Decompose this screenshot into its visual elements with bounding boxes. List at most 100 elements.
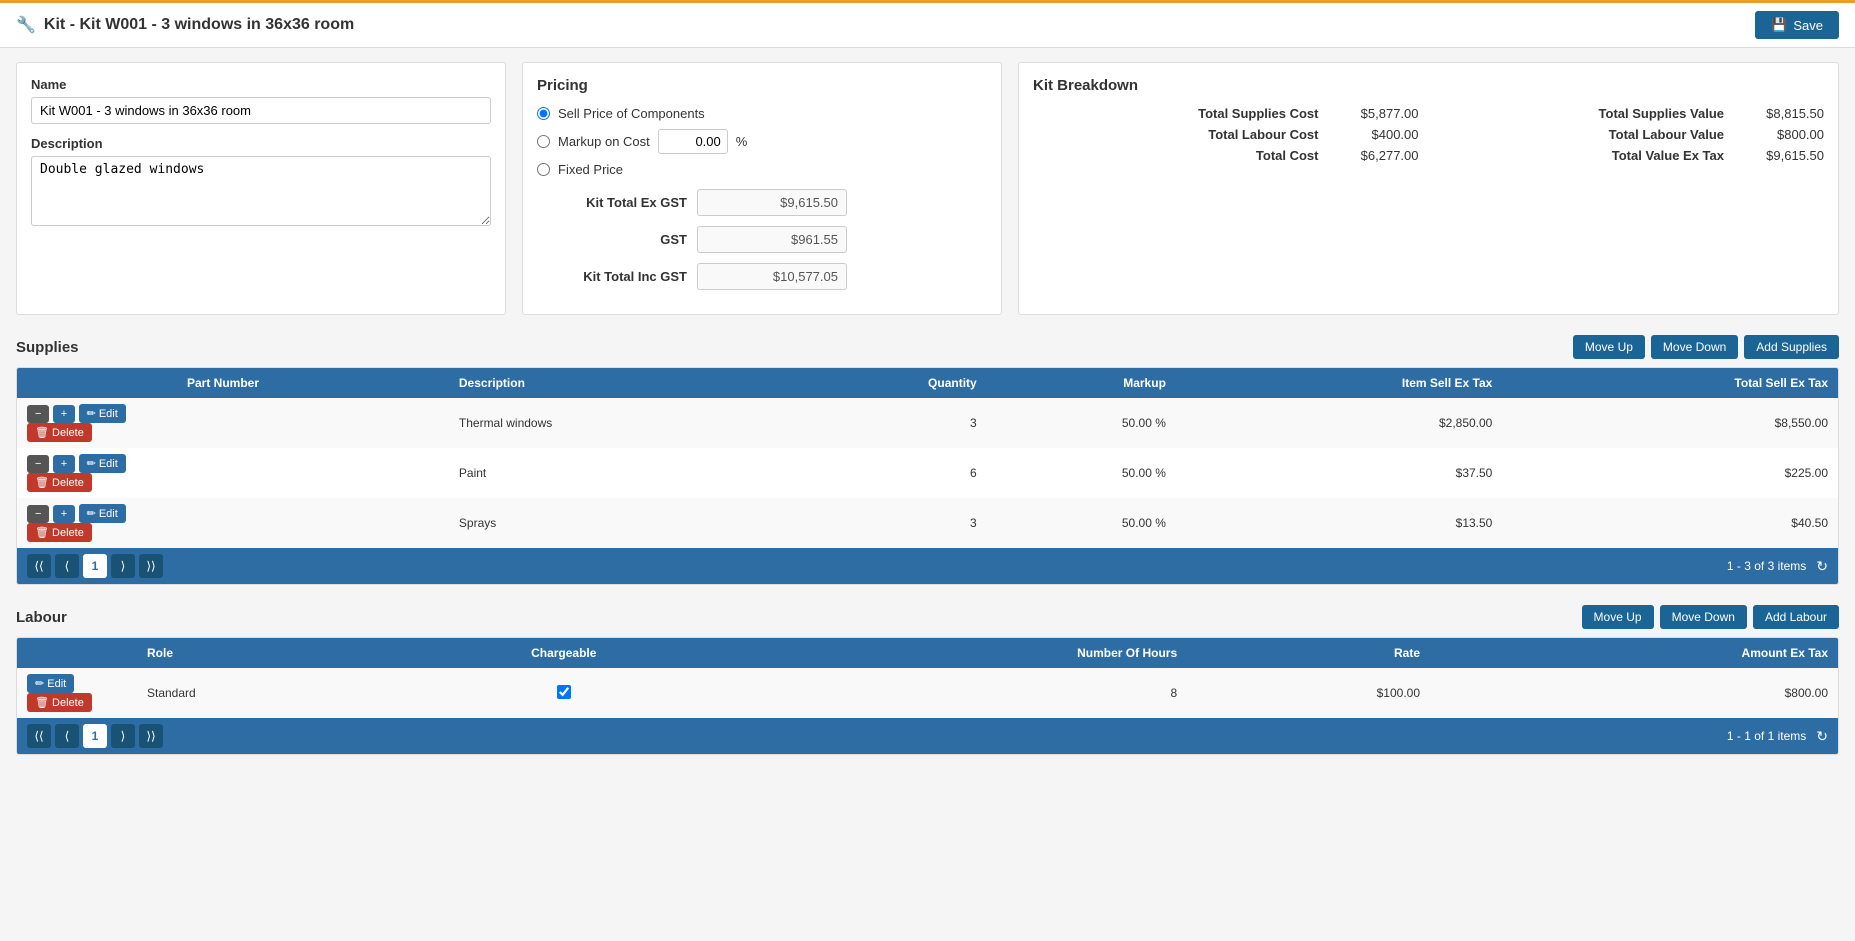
supplies-delete-btn-1[interactable]: 🗑 Delete <box>27 473 92 492</box>
supplies-part-number-1 <box>177 448 449 498</box>
supplies-total-sell-0: $8,550.00 <box>1502 398 1838 448</box>
total-supplies-cost-value: $5,877.00 <box>1339 106 1419 121</box>
labour-move-up-button[interactable]: Move Up <box>1582 605 1654 629</box>
markup-cost-option[interactable]: Markup on Cost % <box>537 129 987 154</box>
kit-total-inc-gst-value: $10,577.05 <box>697 263 847 290</box>
gst-label: GST <box>537 232 697 247</box>
supplies-minus-btn-2[interactable]: − <box>27 505 49 523</box>
col-item-sell: Item Sell Ex Tax <box>1176 368 1502 398</box>
supplies-part-number-0 <box>177 398 449 448</box>
table-row: − + ✏ Edit 🗑 Delete Thermal windows 3 50… <box>17 398 1838 448</box>
supplies-part-number-2 <box>177 498 449 548</box>
labour-move-down-button[interactable]: Move Down <box>1660 605 1747 629</box>
description-input[interactable]: Double glazed windows <box>31 156 491 226</box>
labour-row-actions-0: ✏ Edit 🗑 Delete <box>17 668 137 718</box>
supplies-next-page[interactable]: ⟩ <box>111 554 135 578</box>
supplies-prev-page[interactable]: ⟨ <box>55 554 79 578</box>
supplies-description-1: Paint <box>449 448 784 498</box>
kit-total-inc-gst-label: Kit Total Inc GST <box>537 269 697 284</box>
labour-delete-btn-0[interactable]: 🗑 Delete <box>27 693 92 712</box>
supplies-move-up-button[interactable]: Move Up <box>1573 335 1645 359</box>
supplies-edit-btn-1[interactable]: ✏ Edit <box>79 454 126 473</box>
labour-page-1[interactable]: 1 <box>83 724 107 748</box>
col-hours: Number Of Hours <box>727 638 1187 668</box>
supplies-delete-btn-0[interactable]: 🗑 Delete <box>27 423 92 442</box>
total-supplies-value-label: Total Supplies Value <box>1439 106 1725 121</box>
supplies-plus-btn-0[interactable]: + <box>53 405 75 423</box>
pricing-title: Pricing <box>537 77 987 94</box>
col-amount: Amount Ex Tax <box>1430 638 1838 668</box>
total-labour-cost-value: $400.00 <box>1339 127 1419 142</box>
supplies-page-buttons: ⟨⟨ ⟨ 1 ⟩ ⟩⟩ <box>27 554 163 578</box>
fixed-price-radio[interactable] <box>537 163 550 176</box>
labour-header-row: Role Chargeable Number Of Hours Rate Amo… <box>17 638 1838 668</box>
col-description: Description <box>449 368 784 398</box>
supplies-first-page[interactable]: ⟨⟨ <box>27 554 51 578</box>
sell-price-option[interactable]: Sell Price of Components <box>537 106 987 121</box>
markup-value-input[interactable] <box>658 129 728 154</box>
supplies-move-down-button[interactable]: Move Down <box>1651 335 1738 359</box>
total-labour-value-label: Total Labour Value <box>1439 127 1725 142</box>
labour-role-0: Standard <box>137 668 400 718</box>
labour-page-info: 1 - 1 of 1 items <box>1727 729 1806 743</box>
labour-chargeable-checkbox-0[interactable] <box>557 685 571 699</box>
supplies-edit-btn-2[interactable]: ✏ Edit <box>79 504 126 523</box>
name-input[interactable] <box>31 97 491 124</box>
labour-edit-btn-0[interactable]: ✏ Edit <box>27 674 74 693</box>
labour-next-page[interactable]: ⟩ <box>111 724 135 748</box>
markup-cost-radio[interactable] <box>537 135 550 148</box>
supplies-plus-btn-2[interactable]: + <box>53 505 75 523</box>
sell-price-radio[interactable] <box>537 107 550 120</box>
supplies-pagination: ⟨⟨ ⟨ 1 ⟩ ⟩⟩ 1 - 3 of 3 items ↻ <box>17 548 1838 584</box>
labour-last-page[interactable]: ⟩⟩ <box>139 724 163 748</box>
supplies-last-page[interactable]: ⟩⟩ <box>139 554 163 578</box>
kit-total-ex-gst-row: Kit Total Ex GST $9,615.50 <box>537 189 987 216</box>
supplies-header: Supplies Move Up Move Down Add Supplies <box>16 335 1839 359</box>
supplies-row-actions-0: − + ✏ Edit 🗑 Delete <box>17 398 177 448</box>
supplies-minus-btn-1[interactable]: − <box>27 455 49 473</box>
supplies-page-1[interactable]: 1 <box>83 554 107 578</box>
supplies-minus-btn-0[interactable]: − <box>27 405 49 423</box>
col-rate: Rate <box>1187 638 1430 668</box>
labour-first-page[interactable]: ⟨⟨ <box>27 724 51 748</box>
supplies-section: Supplies Move Up Move Down Add Supplies … <box>16 335 1839 585</box>
supplies-markup-0: 50.00 % <box>987 398 1176 448</box>
add-labour-button[interactable]: Add Labour <box>1753 605 1839 629</box>
total-cost-value: $6,277.00 <box>1339 148 1419 163</box>
supplies-edit-btn-0[interactable]: ✏ Edit <box>79 404 126 423</box>
labour-prev-page[interactable]: ⟨ <box>55 724 79 748</box>
supplies-refresh-icon[interactable]: ↻ <box>1816 558 1828 575</box>
supplies-table-wrapper: Part Number Description Quantity Markup … <box>16 367 1839 585</box>
add-supplies-button[interactable]: Add Supplies <box>1744 335 1839 359</box>
save-button[interactable]: 💾 Save <box>1755 11 1839 39</box>
col-markup: Markup <box>987 368 1176 398</box>
top-bar: 🔧 Kit - Kit W001 - 3 windows in 36x36 ro… <box>0 0 1855 48</box>
labour-header: Labour Move Up Move Down Add Labour <box>16 605 1839 629</box>
col-labour-actions <box>17 638 137 668</box>
labour-page-buttons: ⟨⟨ ⟨ 1 ⟩ ⟩⟩ <box>27 724 163 748</box>
supplies-plus-btn-1[interactable]: + <box>53 455 75 473</box>
col-actions <box>17 368 177 398</box>
labour-chargeable-0[interactable] <box>400 668 727 718</box>
labour-hours-0: 8 <box>727 668 1187 718</box>
kit-total-ex-gst-value: $9,615.50 <box>697 189 847 216</box>
markup-cost-label: Markup on Cost <box>558 134 650 149</box>
fixed-price-option[interactable]: Fixed Price <box>537 162 987 177</box>
kit-total-inc-gst-row: Kit Total Inc GST $10,577.05 <box>537 263 987 290</box>
fixed-price-label: Fixed Price <box>558 162 623 177</box>
description-label: Description <box>31 136 491 151</box>
total-value-ex-tax-label: Total Value Ex Tax <box>1439 148 1725 163</box>
markup-percent-label: % <box>736 134 748 149</box>
supplies-item-sell-2: $13.50 <box>1176 498 1502 548</box>
page-title: 🔧 Kit - Kit W001 - 3 windows in 36x36 ro… <box>16 15 354 35</box>
name-label: Name <box>31 77 491 92</box>
labour-table-wrapper: Role Chargeable Number Of Hours Rate Amo… <box>16 637 1839 755</box>
supplies-delete-btn-2[interactable]: 🗑 Delete <box>27 523 92 542</box>
kit-breakdown-title: Kit Breakdown <box>1033 77 1824 94</box>
supplies-actions: Move Up Move Down Add Supplies <box>1573 335 1839 359</box>
supplies-markup-2: 50.00 % <box>987 498 1176 548</box>
labour-refresh-icon[interactable]: ↻ <box>1816 728 1828 745</box>
main-content: Name Description Double glazed windows P… <box>0 48 1855 789</box>
total-supplies-cost-label: Total Supplies Cost <box>1033 106 1319 121</box>
gst-row: GST $961.55 <box>537 226 987 253</box>
